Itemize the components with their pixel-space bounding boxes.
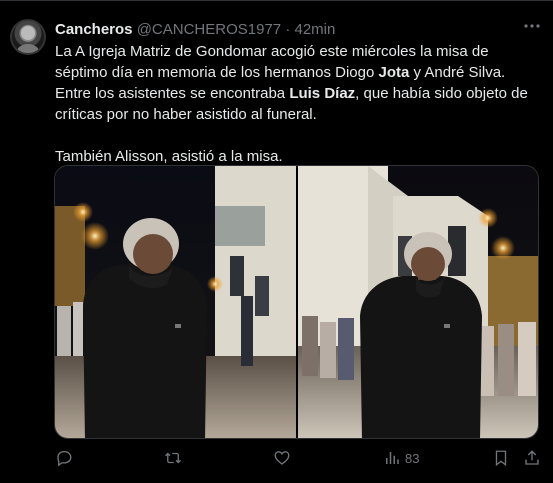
tweet-text: La A Igreja Matriz de Gondomar acogió es… bbox=[55, 41, 535, 167]
author-handle[interactable]: @CANCHEROS1977 bbox=[137, 21, 281, 38]
views-count: 83 bbox=[405, 450, 420, 466]
bookmark-button[interactable] bbox=[493, 449, 509, 467]
retweet-button[interactable] bbox=[163, 449, 183, 467]
photo-left[interactable] bbox=[55, 166, 296, 438]
timestamp[interactable]: 42min bbox=[295, 21, 336, 38]
ellipsis-icon[interactable] bbox=[523, 17, 541, 40]
tweet-media[interactable] bbox=[54, 165, 539, 439]
action-bar: 83 bbox=[55, 449, 540, 471]
author-name[interactable]: Cancheros bbox=[55, 21, 133, 38]
views-button[interactable]: 83 bbox=[383, 449, 419, 467]
views-icon bbox=[383, 449, 401, 467]
share-button[interactable] bbox=[523, 449, 541, 467]
heart-icon bbox=[273, 449, 291, 467]
bookmark-icon bbox=[493, 449, 509, 467]
share-icon bbox=[523, 449, 541, 467]
avatar[interactable] bbox=[10, 19, 46, 55]
tweet-paragraph-1: La A Igreja Matriz de Gondomar acogió es… bbox=[55, 41, 535, 125]
photo-right[interactable] bbox=[297, 166, 538, 438]
tweet-paragraph-2: También Alisson, asistió a la misa. bbox=[55, 148, 283, 165]
retweet-icon bbox=[163, 449, 183, 467]
like-button[interactable] bbox=[273, 449, 291, 467]
reply-icon bbox=[55, 449, 73, 467]
text-bold-jota: Jota bbox=[378, 64, 410, 81]
separator-dot: · bbox=[285, 21, 291, 38]
tweet[interactable]: Cancheros @CANCHEROS1977 · 42min La A Ig… bbox=[0, 0, 553, 483]
reply-button[interactable] bbox=[55, 449, 73, 467]
text-bold-luis-diaz: Luis Díaz bbox=[289, 85, 356, 102]
tweet-header: Cancheros @CANCHEROS1977 · 42min bbox=[55, 21, 335, 39]
